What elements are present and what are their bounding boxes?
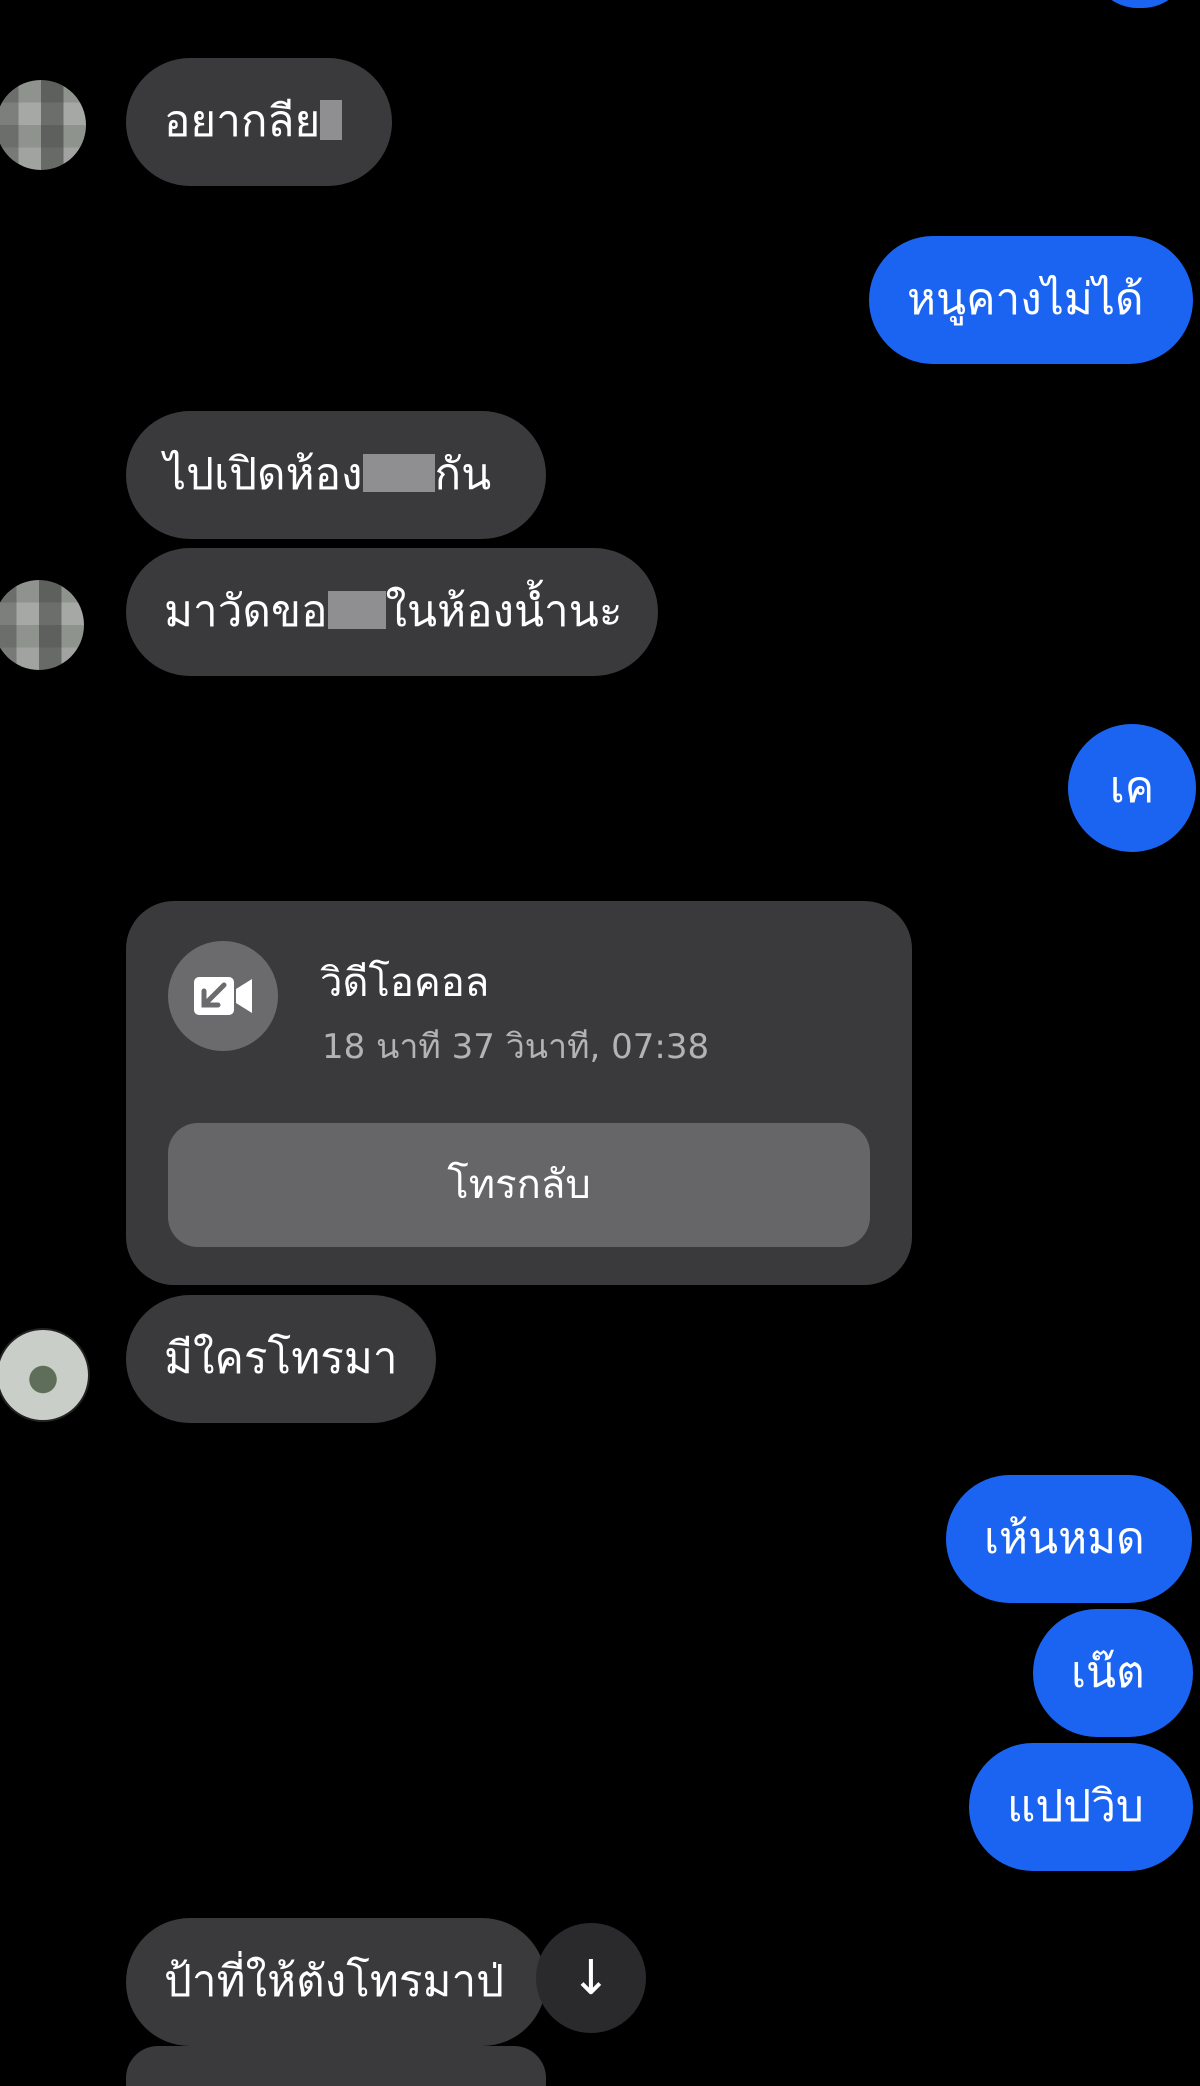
message-text: แปปวิบ	[1007, 1781, 1144, 1832]
message-text: ในห้องน้ำนะ	[385, 586, 623, 637]
incoming-message[interactable]: ไปเปิดห้อง กัน	[126, 411, 546, 539]
message-text: ป้าที่ให้ตังโทรมาป่	[164, 1956, 505, 2007]
message-text: มาวัดขอ	[164, 586, 328, 637]
message-text: เน๊ต	[1071, 1647, 1145, 1698]
contact-avatar[interactable]	[0, 1328, 90, 1422]
incoming-message[interactable]: ป้าที่ให้ตังโทรมาป่	[126, 1918, 546, 2046]
incoming-message-partial	[126, 2046, 546, 2086]
redaction-block	[320, 100, 343, 140]
message-text: หนูคางไม่ได้	[907, 274, 1144, 325]
message-text: เค	[1109, 762, 1155, 813]
arrow-down-icon: ↓	[570, 1950, 612, 2006]
outgoing-message[interactable]: เห้นหมด	[946, 1475, 1192, 1603]
outgoing-message[interactable]: หนูคางไม่ได้	[869, 236, 1193, 364]
outgoing-message[interactable]: แปปวิบ	[969, 1743, 1193, 1871]
video-call-icon-circle	[168, 941, 278, 1051]
message-text: เห้นหมด	[984, 1513, 1145, 1564]
outgoing-message[interactable]: เค	[1068, 724, 1196, 852]
video-call-card[interactable]: วิดีโอคอล 18 นาที 37 วินาที, 07:38 โทรกล…	[126, 901, 912, 1285]
call-title: วิดีโอคอล	[320, 960, 490, 1006]
call-duration-time: 18 นาที 37 วินาที, 07:38	[322, 1027, 710, 1067]
contact-avatar[interactable]	[0, 580, 84, 670]
incoming-message[interactable]: มีใครโทรมา	[126, 1295, 436, 1423]
outgoing-bubble-partial	[1090, 0, 1190, 8]
message-text: มีใครโทรมา	[164, 1333, 398, 1384]
redaction-block	[362, 454, 435, 492]
incoming-message[interactable]: มาวัดขอ ในห้องน้ำนะ	[126, 548, 658, 676]
scroll-to-bottom-button[interactable]: ↓	[536, 1923, 646, 2033]
contact-avatar[interactable]	[0, 80, 86, 170]
message-text: ไปเปิดห้อง	[164, 449, 363, 500]
call-back-button[interactable]: โทรกลับ	[168, 1123, 870, 1247]
redaction-block	[327, 591, 386, 629]
message-text: อยากลีย	[164, 96, 321, 147]
incoming-message[interactable]: อยากลีย	[126, 58, 392, 186]
outgoing-message[interactable]: เน๊ต	[1033, 1609, 1193, 1737]
video-call-icon	[194, 977, 252, 1015]
message-text: กัน	[434, 449, 492, 500]
